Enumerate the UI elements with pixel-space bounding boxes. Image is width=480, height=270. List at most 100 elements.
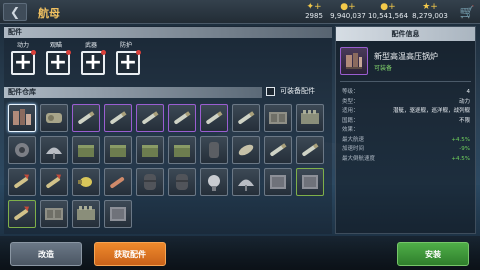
shopping-cart-icon: 🛒 bbox=[459, 5, 475, 19]
inventory-item-shell-long[interactable] bbox=[296, 136, 324, 164]
inventory-item-shell-long[interactable] bbox=[232, 104, 260, 132]
slot-label-sight: 观瞄 bbox=[50, 42, 63, 49]
boiler-icon bbox=[13, 109, 31, 125]
inventory-item-shell-long[interactable] bbox=[200, 104, 228, 132]
stat-row: 最大航速 +4.5% bbox=[342, 136, 470, 144]
inventory-item-rocket[interactable] bbox=[8, 200, 36, 228]
slot-power[interactable]: + bbox=[11, 50, 36, 75]
detail-item-status: 可装备 bbox=[374, 65, 393, 72]
stat-key: 类型： bbox=[342, 98, 359, 105]
inventory-item-torpedo[interactable] bbox=[104, 168, 132, 196]
slot-label-power: 动力 bbox=[17, 42, 30, 49]
inventory-item-turbine[interactable] bbox=[40, 104, 68, 132]
slot-sight[interactable]: + bbox=[46, 50, 71, 75]
parts-heading: 配件 bbox=[4, 27, 332, 38]
inventory-item-shell-long[interactable] bbox=[136, 104, 164, 132]
inventory-item-engine-block[interactable] bbox=[72, 200, 100, 228]
inventory-item-armor-plate[interactable] bbox=[264, 168, 292, 196]
torpedo-icon bbox=[110, 177, 125, 189]
divider bbox=[340, 81, 471, 82]
stat-key: 国籍： bbox=[342, 117, 359, 124]
torpedo-short-icon bbox=[238, 144, 254, 156]
inventory-item-torpedo-short[interactable] bbox=[232, 136, 260, 164]
back-arrow-icon: ❮ bbox=[9, 5, 21, 19]
notification-dot bbox=[101, 50, 106, 55]
inventory-item-radar-dish[interactable] bbox=[232, 168, 260, 196]
inventory-item-canister[interactable] bbox=[200, 136, 228, 164]
back-button[interactable]: ❮ bbox=[3, 3, 27, 21]
stat-key: 效果： bbox=[342, 127, 359, 133]
radar-dish-icon bbox=[238, 179, 254, 191]
boiler-icon bbox=[346, 53, 362, 69]
rocket-icon bbox=[14, 206, 30, 221]
stat-row: 加速时间 -9% bbox=[342, 145, 470, 153]
inventory-item-shell-long[interactable] bbox=[264, 136, 292, 164]
inventory-item-ammo-box[interactable] bbox=[136, 136, 164, 164]
inventory-item-crate[interactable] bbox=[264, 104, 292, 132]
warhead-icon bbox=[78, 177, 92, 187]
slot-label-armor: 防护 bbox=[120, 42, 133, 49]
armor-plate-icon bbox=[302, 175, 318, 189]
inventory-item-gear[interactable] bbox=[8, 136, 36, 164]
stat-key: 加速时间 bbox=[342, 146, 365, 152]
armor-plate-icon bbox=[270, 175, 286, 189]
ammo-box-icon bbox=[110, 145, 126, 157]
shop-button[interactable]: 🛒 bbox=[456, 2, 478, 22]
plus-icon: + bbox=[83, 50, 103, 75]
shell-long-icon bbox=[302, 143, 319, 157]
modify-button[interactable]: 改造 bbox=[10, 242, 82, 266]
shell-long-icon bbox=[110, 111, 127, 125]
inventory-item-warhead[interactable] bbox=[72, 168, 100, 196]
inventory-item-shell-long[interactable] bbox=[104, 104, 132, 132]
stat-key: 最大航速 bbox=[342, 136, 365, 143]
stat-row: 适用： 潜艇，驱逐舰，巡洋舰，战列舰 bbox=[342, 107, 470, 115]
slot-weapon[interactable]: + bbox=[81, 50, 106, 75]
turbine-icon bbox=[46, 113, 62, 123]
inventory-item-drum[interactable] bbox=[136, 168, 164, 196]
stat-key: 适用： bbox=[342, 108, 359, 114]
canister-icon bbox=[209, 142, 219, 158]
inventory-item-armor-plate[interactable] bbox=[104, 200, 132, 228]
inventory-item-rocket[interactable] bbox=[8, 168, 36, 196]
inventory-item-ammo-box[interactable] bbox=[72, 136, 100, 164]
inventory-item-searchlight[interactable] bbox=[200, 168, 228, 196]
inventory-item-boiler[interactable] bbox=[8, 104, 36, 132]
drum-icon bbox=[144, 174, 156, 190]
inventory-item-engine-block[interactable] bbox=[296, 104, 324, 132]
shell-long-icon bbox=[174, 111, 191, 125]
stat-value: 4 bbox=[466, 89, 471, 95]
inventory-item-shell-long[interactable] bbox=[168, 104, 196, 132]
engine-block-icon bbox=[301, 110, 319, 124]
plus-icon: + bbox=[13, 50, 33, 75]
stat-value: 不限 bbox=[458, 117, 470, 124]
equippable-filter-label: 可装备配件 bbox=[280, 87, 315, 95]
shell-long-icon bbox=[206, 111, 223, 125]
inventory-item-crate[interactable] bbox=[40, 200, 68, 228]
stat-key: 等级： bbox=[342, 89, 359, 95]
detail-heading: 配件信息 bbox=[336, 27, 475, 41]
engine-block-icon bbox=[77, 206, 95, 220]
notification-dot bbox=[136, 50, 141, 55]
page-title: 航母 bbox=[38, 7, 60, 20]
inventory-item-ammo-box[interactable] bbox=[104, 136, 132, 164]
inventory-item-ammo-box[interactable] bbox=[168, 136, 196, 164]
slot-armor[interactable]: + bbox=[116, 50, 141, 75]
radar-dish-icon bbox=[46, 147, 62, 159]
crate-icon bbox=[45, 208, 63, 220]
searchlight-icon bbox=[208, 175, 220, 191]
get-parts-button[interactable]: 获取配件 bbox=[94, 242, 166, 266]
stat-row: 最大倒航速度 +4.5% bbox=[342, 155, 470, 163]
drum-icon bbox=[176, 174, 188, 190]
stat-value: 动力 bbox=[458, 98, 470, 105]
inventory-item-armor-plate[interactable] bbox=[296, 168, 324, 196]
equippable-filter-checkbox[interactable] bbox=[266, 87, 275, 96]
inventory-item-radar-dish[interactable] bbox=[40, 136, 68, 164]
plus-icon: + bbox=[118, 50, 138, 75]
detail-panel: 配件信息 新型高温高压锅炉 可装备 等级： 4 类型： 动力 适用： 潜艇，驱逐舰，巡洋舰… bbox=[335, 26, 476, 234]
shell-long-icon bbox=[142, 111, 159, 125]
inventory-item-rocket[interactable] bbox=[40, 168, 68, 196]
notification-dot bbox=[66, 50, 71, 55]
inventory-item-shell-long[interactable] bbox=[72, 104, 100, 132]
inventory-item-drum[interactable] bbox=[168, 168, 196, 196]
install-button[interactable]: 安装 bbox=[397, 242, 469, 266]
